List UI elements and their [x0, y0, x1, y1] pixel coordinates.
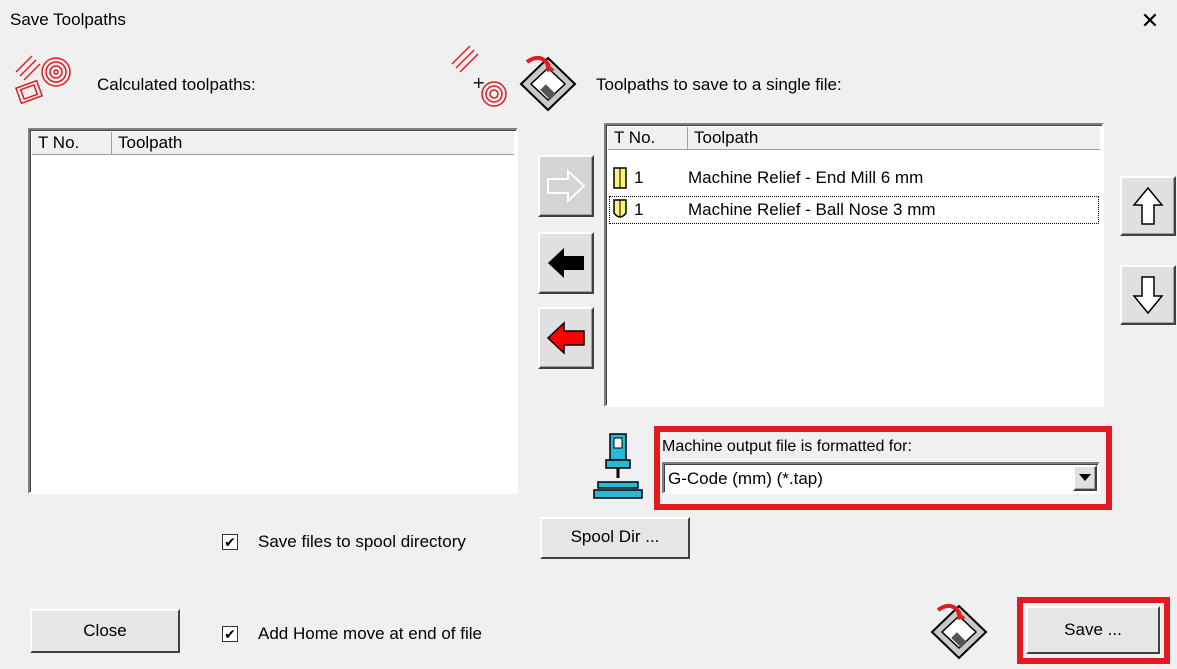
remove-all-toolpaths-button[interactable] [538, 307, 594, 369]
add-to-save-list-icon: + [450, 44, 510, 110]
close-window-button[interactable]: ✕ [1133, 4, 1167, 38]
arrow-left-red-icon [546, 321, 585, 355]
table-row[interactable]: 1 Machine Relief - Ball Nose 3 mm [609, 196, 1099, 224]
spool-dir-button[interactable]: Spool Dir ... [540, 517, 690, 559]
machine-output-selected: G-Code (mm) (*.tap) [668, 469, 823, 488]
add-home-move-option[interactable]: ✔ Add Home move at end of file [222, 624, 482, 644]
dropdown-button[interactable] [1073, 465, 1097, 491]
add-toolpath-button[interactable] [538, 155, 594, 217]
column-header-tool-no[interactable]: T No. [608, 127, 688, 149]
ball-nose-icon [613, 199, 627, 218]
column-header-toolpath[interactable]: Toolpath [112, 132, 514, 154]
machine-tool-icon [590, 432, 646, 502]
save-list-header: T No. Toolpath [608, 127, 1100, 150]
toolpath-name: Machine Relief - Ball Nose 3 mm [688, 200, 936, 219]
table-row[interactable]: 1 Machine Relief - End Mill 6 mm [610, 165, 1098, 191]
calculated-toolpaths-list[interactable]: T No. Toolpath [28, 128, 518, 494]
calculated-list-header: T No. Toolpath [32, 132, 514, 155]
calculated-toolpaths-label: Calculated toolpaths: [97, 75, 256, 94]
save-to-spool-checkbox[interactable]: ✔ [222, 534, 238, 550]
remove-toolpath-button[interactable] [538, 232, 594, 294]
close-icon: ✕ [1140, 8, 1160, 33]
end-mill-icon [613, 167, 627, 189]
save-disk-icon [928, 600, 990, 660]
machine-output-select[interactable]: G-Code (mm) (*.tap) [662, 462, 1100, 494]
checkmark-icon: ✔ [224, 534, 236, 550]
tool-number: 1 [634, 168, 644, 187]
tool-number: 1 [634, 200, 644, 219]
toolpath-name: Machine Relief - End Mill 6 mm [688, 168, 924, 187]
column-header-toolpath[interactable]: Toolpath [688, 127, 1100, 149]
add-home-move-checkbox[interactable]: ✔ [222, 626, 238, 642]
chevron-down-icon [1079, 474, 1091, 481]
save-disk-icon [517, 52, 579, 112]
move-down-button[interactable] [1120, 265, 1176, 325]
close-button[interactable]: Close [30, 609, 180, 653]
arrow-right-icon [547, 168, 586, 204]
save-to-spool-label: Save files to spool directory [258, 532, 466, 551]
window-title: Save Toolpaths [10, 10, 126, 29]
save-to-spool-option[interactable]: ✔ Save files to spool directory [222, 532, 466, 552]
calculated-toolpaths-icon [12, 52, 74, 108]
arrow-left-black-icon [548, 248, 584, 278]
svg-text:+: + [472, 73, 485, 92]
checkmark-icon: ✔ [224, 626, 236, 642]
toolpaths-to-save-label: Toolpaths to save to a single file: [596, 75, 842, 94]
toolpaths-to-save-list[interactable]: T No. Toolpath 1 Machine Relief - End Mi… [604, 123, 1104, 407]
move-up-button[interactable] [1120, 176, 1176, 236]
add-home-move-label: Add Home move at end of file [258, 624, 482, 643]
column-header-tool-no[interactable]: T No. [32, 132, 112, 154]
save-button[interactable]: Save ... [1026, 606, 1160, 654]
arrow-up-icon [1132, 186, 1164, 225]
arrow-down-icon [1132, 276, 1164, 315]
machine-output-label: Machine output file is formatted for: [662, 438, 912, 455]
